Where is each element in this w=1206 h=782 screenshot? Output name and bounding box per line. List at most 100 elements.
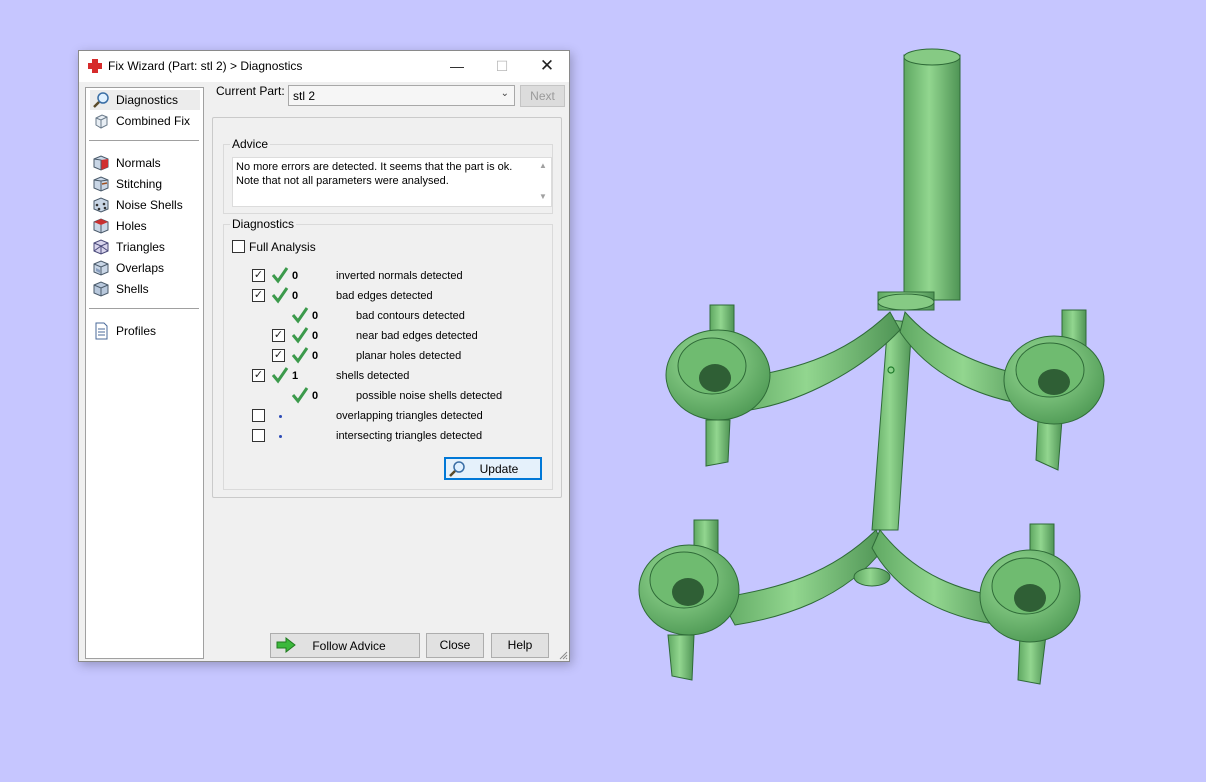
update-button[interactable]: Update xyxy=(444,457,542,480)
model-nozzle-lower-right xyxy=(979,523,1081,685)
shells-cube-icon xyxy=(93,281,109,297)
advice-text: No more errors are detected. It seems th… xyxy=(236,161,513,187)
overlaps-cube-icon xyxy=(93,260,109,276)
sidebar-item-label: Overlaps xyxy=(116,261,165,275)
sidebar-item-label: Profiles xyxy=(116,324,157,338)
row-label: shells detected xyxy=(336,370,410,382)
row-count: 0 xyxy=(312,310,319,322)
title-bar[interactable]: Fix Wizard (Part: stl 2) > Diagnostics —… xyxy=(79,51,569,82)
magnifier-icon xyxy=(93,92,109,108)
row-checkbox[interactable]: ✓ xyxy=(252,269,265,282)
sidebar-item-combined-fix[interactable]: Combined Fix xyxy=(90,111,200,131)
stitching-cube-icon xyxy=(93,176,109,192)
advice-legend: Advice xyxy=(230,137,271,151)
row-count: 0 xyxy=(292,270,299,282)
sidebar-item-profiles[interactable]: Profiles xyxy=(90,321,200,341)
row-label: planar holes detected xyxy=(356,350,462,362)
model-nozzle-upper-left xyxy=(665,304,771,467)
row-label: possible noise shells detected xyxy=(356,390,503,402)
sidebar-item-label: Stitching xyxy=(116,177,163,191)
row-checkbox[interactable]: ✓ xyxy=(272,329,285,342)
diagnostics-panel: Advice No more errors are detected. It s… xyxy=(212,117,562,498)
sidebar-item-normals[interactable]: Normals xyxy=(90,153,200,173)
pending-dot-icon xyxy=(279,415,282,418)
follow-advice-label: Follow Advice xyxy=(312,639,386,653)
green-check-icon xyxy=(291,307,309,324)
current-part-label: Current Part: xyxy=(216,84,285,98)
row-label: bad edges detected xyxy=(336,290,433,302)
sidebar-item-label: Shells xyxy=(116,282,149,296)
noise-shells-cube-icon xyxy=(93,197,109,213)
sidebar-divider xyxy=(89,308,199,309)
advice-group: Advice No more errors are detected. It s… xyxy=(223,137,553,214)
triangles-cube-icon xyxy=(93,239,109,255)
current-part-value: stl 2 xyxy=(293,89,316,103)
normals-cube-icon xyxy=(93,155,109,171)
row-count: 0 xyxy=(312,390,319,402)
full-analysis-checkbox[interactable] xyxy=(232,240,245,253)
holes-cube-icon xyxy=(93,218,109,234)
model-nozzle-lower-left xyxy=(638,519,740,681)
sidebar-item-stitching[interactable]: Stitching xyxy=(90,174,200,194)
pending-dot-icon xyxy=(279,435,282,438)
full-analysis-label: Full Analysis xyxy=(249,240,316,254)
cube-icon xyxy=(95,114,108,129)
sidebar-item-shells[interactable]: Shells xyxy=(90,279,200,299)
green-check-icon xyxy=(271,367,289,384)
sidebar-item-label: Diagnostics xyxy=(116,93,179,107)
update-label: Update xyxy=(479,462,519,476)
row-checkbox[interactable] xyxy=(252,409,265,422)
close-window-button[interactable]: ✕ xyxy=(524,51,570,82)
green-check-icon xyxy=(291,347,309,364)
diagnostics-legend: Diagnostics xyxy=(230,217,297,231)
next-button[interactable]: Next xyxy=(520,85,565,107)
minimize-button[interactable]: — xyxy=(434,51,480,82)
advice-text-area[interactable]: No more errors are detected. It seems th… xyxy=(232,157,552,207)
row-count: 1 xyxy=(292,370,299,382)
row-label: near bad edges detected xyxy=(356,330,478,342)
window-title: Fix Wizard (Part: stl 2) > Diagnostics xyxy=(108,59,303,73)
help-button[interactable]: Help xyxy=(491,633,549,658)
row-count: 0 xyxy=(312,330,319,342)
row-checkbox[interactable]: ✓ xyxy=(272,349,285,362)
model-trunk xyxy=(871,319,913,531)
green-check-icon xyxy=(291,387,309,404)
current-part-select[interactable]: stl 2 ⌄ xyxy=(288,85,515,106)
scroll-down-icon[interactable]: ▼ xyxy=(539,192,547,201)
red-cross-icon xyxy=(88,59,102,73)
green-check-icon xyxy=(271,267,289,284)
sidebar-item-label: Noise Shells xyxy=(116,198,183,212)
row-checkbox[interactable] xyxy=(252,429,265,442)
sidebar-item-holes[interactable]: Holes xyxy=(90,216,200,236)
sidebar: Diagnostics Combined Fix Normals Stitchi… xyxy=(85,87,204,659)
document-icon xyxy=(95,322,108,340)
fix-wizard-dialog: Fix Wizard (Part: stl 2) > Diagnostics —… xyxy=(78,50,570,662)
model-nozzle-upper-right xyxy=(1003,309,1105,471)
row-label: inverted normals detected xyxy=(336,270,463,282)
follow-advice-button[interactable]: Follow Advice xyxy=(270,633,420,658)
green-check-icon xyxy=(271,287,289,304)
sidebar-item-label: Triangles xyxy=(116,240,165,254)
close-button[interactable]: Close xyxy=(426,633,484,658)
maximize-button[interactable]: ☐ xyxy=(479,51,525,82)
scroll-up-icon[interactable]: ▲ xyxy=(539,161,547,170)
chevron-down-icon: ⌄ xyxy=(500,88,509,99)
row-label: bad contours detected xyxy=(356,310,465,322)
sidebar-item-noise-shells[interactable]: Noise Shells xyxy=(90,195,200,215)
sidebar-item-label: Normals xyxy=(116,156,161,170)
row-count: 0 xyxy=(292,290,299,302)
resize-grip-icon[interactable] xyxy=(558,650,568,660)
sidebar-item-triangles[interactable]: Triangles xyxy=(90,237,200,257)
sidebar-divider xyxy=(89,140,199,141)
model-stem-tube xyxy=(877,48,961,311)
row-count: 0 xyxy=(312,350,319,362)
row-label: intersecting triangles detected xyxy=(336,430,483,442)
diagnostics-group: Diagnostics Full Analysis ✓ 0 inverted n… xyxy=(223,217,553,490)
sidebar-item-diagnostics[interactable]: Diagnostics xyxy=(90,90,200,110)
row-checkbox[interactable]: ✓ xyxy=(252,289,265,302)
advice-scrollbar[interactable]: ▲ ▼ xyxy=(535,158,551,206)
sidebar-item-overlaps[interactable]: Overlaps xyxy=(90,258,200,278)
sidebar-item-label: Combined Fix xyxy=(116,114,191,128)
sidebar-item-label: Holes xyxy=(116,219,147,233)
row-checkbox[interactable]: ✓ xyxy=(252,369,265,382)
